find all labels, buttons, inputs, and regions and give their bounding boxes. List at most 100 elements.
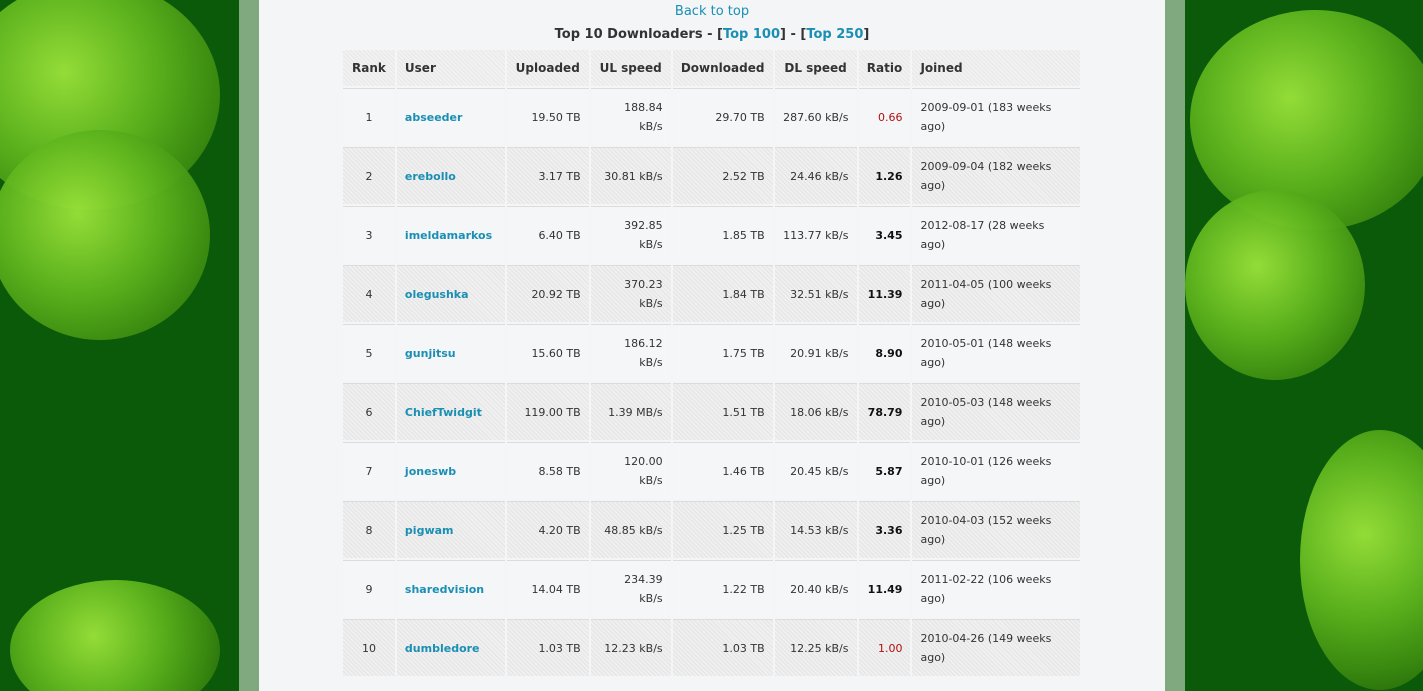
clover-icon <box>1300 430 1423 690</box>
top-250-link[interactable]: Top 250 <box>806 27 863 42</box>
ul-speed-cell: 392.85 kB/s <box>590 206 671 263</box>
rank-cell: 2 <box>343 147 395 204</box>
table-row: 2 erebollo 3.17 TB 30.81 kB/s 2.52 TB 24… <box>343 147 1080 204</box>
uploaded-cell: 119.00 TB <box>506 383 589 440</box>
main-content: Back to top Top 10 Downloaders - [Top 10… <box>259 0 1165 691</box>
uploaded-cell: 20.92 TB <box>506 265 589 322</box>
downloaded-cell: 1.51 TB <box>672 383 773 440</box>
rank-cell: 5 <box>343 324 395 381</box>
title-prefix: Top 10 Downloaders - [ <box>554 27 723 42</box>
ul-speed-cell: 48.85 kB/s <box>590 501 671 558</box>
downloaders-table: Rank User Uploaded UL speed Downloaded D… <box>341 48 1082 678</box>
table-header-row: Rank User Uploaded UL speed Downloaded D… <box>343 50 1080 86</box>
dl-speed-cell: 20.40 kB/s <box>774 560 857 617</box>
downloaded-cell: 29.70 TB <box>672 88 773 145</box>
ul-speed-cell: 1.39 MB/s <box>590 383 671 440</box>
downloaded-cell: 2.52 TB <box>672 147 773 204</box>
page-title: Top 10 Downloaders - [Top 100] - [Top 25… <box>259 27 1165 42</box>
column-header-rank: Rank <box>343 50 395 86</box>
downloaded-cell: 1.03 TB <box>672 619 773 676</box>
uploaded-cell: 15.60 TB <box>506 324 589 381</box>
rank-cell: 3 <box>343 206 395 263</box>
joined-cell: 2010-05-03 (148 weeks ago) <box>912 383 1080 440</box>
top-100-link[interactable]: Top 100 <box>723 27 780 42</box>
ratio-cell: 8.90 <box>858 324 911 381</box>
joined-cell: 2010-04-26 (149 weeks ago) <box>912 619 1080 676</box>
downloaded-cell: 1.25 TB <box>672 501 773 558</box>
rank-cell: 1 <box>343 88 395 145</box>
user-link[interactable]: sharedvision <box>405 583 484 596</box>
dl-speed-cell: 113.77 kB/s <box>774 206 857 263</box>
user-link[interactable]: ChiefTwidgit <box>405 406 482 419</box>
table-row: 6 ChiefTwidgit 119.00 TB 1.39 MB/s 1.51 … <box>343 383 1080 440</box>
joined-cell: 2009-09-04 (182 weeks ago) <box>912 147 1080 204</box>
user-link[interactable]: gunjitsu <box>405 347 456 360</box>
table-row: 3 imeldamarkos 6.40 TB 392.85 kB/s 1.85 … <box>343 206 1080 263</box>
joined-cell: 2010-04-03 (152 weeks ago) <box>912 501 1080 558</box>
uploaded-cell: 8.58 TB <box>506 442 589 499</box>
ul-speed-cell: 30.81 kB/s <box>590 147 671 204</box>
joined-cell: 2010-10-01 (126 weeks ago) <box>912 442 1080 499</box>
joined-cell: 2011-02-22 (106 weeks ago) <box>912 560 1080 617</box>
user-link[interactable]: dumbledore <box>405 642 480 655</box>
user-link[interactable]: joneswb <box>405 465 456 478</box>
user-link[interactable]: pigwam <box>405 524 454 537</box>
user-link[interactable]: imeldamarkos <box>405 229 492 242</box>
ratio-cell: 5.87 <box>858 442 911 499</box>
clover-icon <box>0 130 210 340</box>
dl-speed-cell: 24.46 kB/s <box>774 147 857 204</box>
ul-speed-cell: 370.23 kB/s <box>590 265 671 322</box>
downloaded-cell: 1.46 TB <box>672 442 773 499</box>
ratio-cell: 11.49 <box>858 560 911 617</box>
dl-speed-cell: 20.91 kB/s <box>774 324 857 381</box>
rank-cell: 9 <box>343 560 395 617</box>
uploaded-cell: 3.17 TB <box>506 147 589 204</box>
table-row: 1 abseeder 19.50 TB 188.84 kB/s 29.70 TB… <box>343 88 1080 145</box>
clover-icon <box>1185 190 1365 380</box>
table-row: 5 gunjitsu 15.60 TB 186.12 kB/s 1.75 TB … <box>343 324 1080 381</box>
rank-cell: 10 <box>343 619 395 676</box>
joined-cell: 2009-09-01 (183 weeks ago) <box>912 88 1080 145</box>
ul-speed-cell: 234.39 kB/s <box>590 560 671 617</box>
ratio-cell: 1.26 <box>858 147 911 204</box>
ul-speed-cell: 188.84 kB/s <box>590 88 671 145</box>
rank-cell: 4 <box>343 265 395 322</box>
column-header-ratio: Ratio <box>858 50 911 86</box>
ratio-cell: 3.45 <box>858 206 911 263</box>
table-row: 7 joneswb 8.58 TB 120.00 kB/s 1.46 TB 20… <box>343 442 1080 499</box>
dl-speed-cell: 12.25 kB/s <box>774 619 857 676</box>
ratio-cell: 78.79 <box>858 383 911 440</box>
dl-speed-cell: 32.51 kB/s <box>774 265 857 322</box>
uploaded-cell: 6.40 TB <box>506 206 589 263</box>
uploaded-cell: 19.50 TB <box>506 88 589 145</box>
ratio-cell: 0.66 <box>858 88 911 145</box>
clover-icon <box>10 580 220 691</box>
user-link[interactable]: olegushka <box>405 288 469 301</box>
column-header-joined: Joined <box>912 50 1080 86</box>
user-link[interactable]: abseeder <box>405 111 463 124</box>
dl-speed-cell: 20.45 kB/s <box>774 442 857 499</box>
table-row: 8 pigwam 4.20 TB 48.85 kB/s 1.25 TB 14.5… <box>343 501 1080 558</box>
title-suffix: ] <box>863 27 870 42</box>
uploaded-cell: 1.03 TB <box>506 619 589 676</box>
ratio-cell: 11.39 <box>858 265 911 322</box>
table-row: 10 dumbledore 1.03 TB 12.23 kB/s 1.03 TB… <box>343 619 1080 676</box>
back-to-top-link[interactable]: Back to top <box>259 4 1165 19</box>
uploaded-cell: 14.04 TB <box>506 560 589 617</box>
table-row: 4 olegushka 20.92 TB 370.23 kB/s 1.84 TB… <box>343 265 1080 322</box>
uploaded-cell: 4.20 TB <box>506 501 589 558</box>
rank-cell: 8 <box>343 501 395 558</box>
downloaded-cell: 1.22 TB <box>672 560 773 617</box>
ul-speed-cell: 186.12 kB/s <box>590 324 671 381</box>
rank-cell: 6 <box>343 383 395 440</box>
title-middle: ] - [ <box>780 27 807 42</box>
user-link[interactable]: erebollo <box>405 170 456 183</box>
column-header-dl-speed: DL speed <box>774 50 857 86</box>
dl-speed-cell: 287.60 kB/s <box>774 88 857 145</box>
column-header-downloaded: Downloaded <box>672 50 773 86</box>
column-header-ul-speed: UL speed <box>590 50 671 86</box>
downloaded-cell: 1.84 TB <box>672 265 773 322</box>
column-header-uploaded: Uploaded <box>506 50 589 86</box>
ratio-cell: 1.00 <box>858 619 911 676</box>
ratio-cell: 3.36 <box>858 501 911 558</box>
